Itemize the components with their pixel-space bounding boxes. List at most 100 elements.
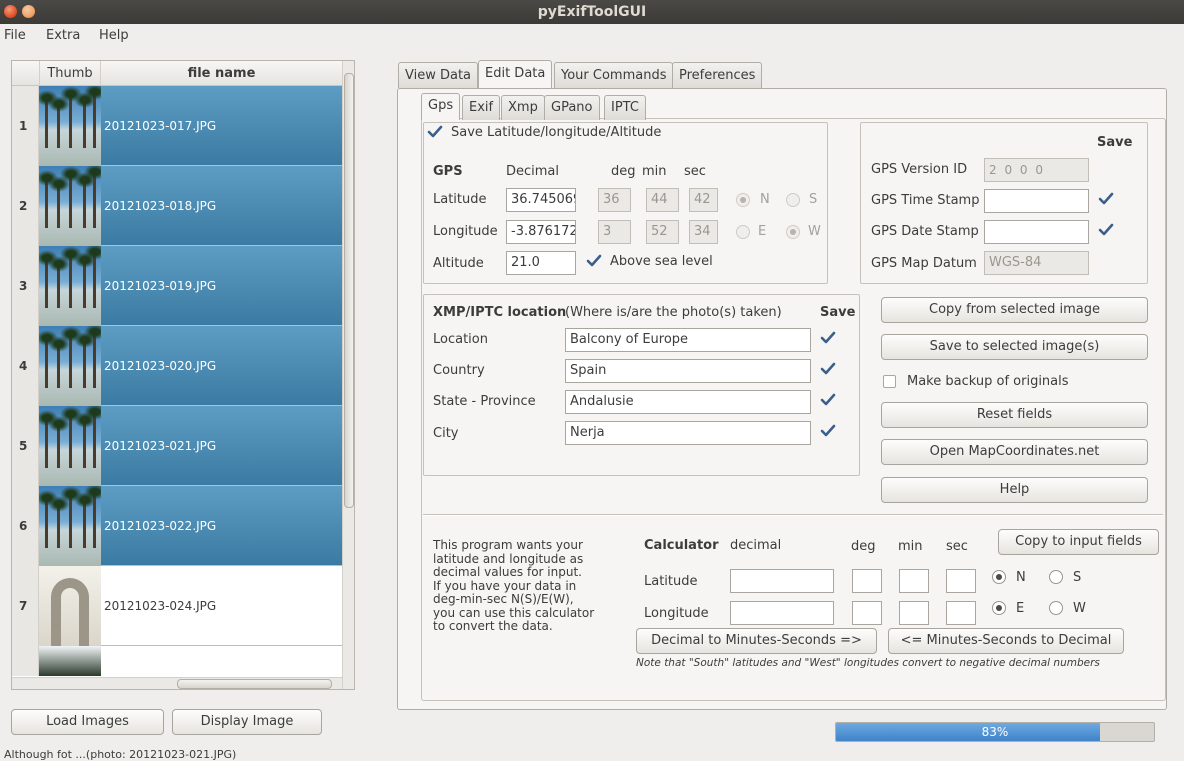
save-to-selected-button[interactable]: Save to selected image(s)	[881, 334, 1148, 360]
save-lat-lon-alt-checkbox[interactable]	[427, 125, 443, 140]
subtab-gpano[interactable]: GPano	[544, 95, 600, 120]
subtab-exif[interactable]: Exif	[462, 95, 501, 120]
table-row[interactable]: 1 20121023-017.JPG	[12, 86, 342, 166]
city-save-checkbox[interactable]	[820, 424, 836, 439]
open-mapcoordinates-button[interactable]: Open MapCoordinates.net	[881, 439, 1148, 465]
calc-latitude-label: Latitude	[644, 574, 698, 589]
table-row[interactable]: 7 20121023-024.JPG	[12, 566, 342, 646]
calc-latitude-deg-input[interactable]	[852, 569, 882, 593]
location-group-title: XMP/IPTC location	[433, 305, 567, 320]
display-image-button[interactable]: Display Image	[172, 709, 322, 735]
calc-min-header: min	[898, 539, 923, 554]
table-row[interactable]: 2 20121023-018.JPG	[12, 166, 342, 246]
country-label: Country	[433, 363, 485, 378]
above-sea-level-checkbox[interactable]	[586, 254, 602, 269]
country-input[interactable]: Spain	[565, 359, 811, 383]
table-row[interactable]: 6 20121023-022.JPG	[12, 486, 342, 566]
vertical-scrollbar[interactable]	[342, 61, 354, 689]
altitude-input[interactable]: 21.0	[506, 251, 576, 275]
altitude-label: Altitude	[433, 256, 484, 271]
menu-help[interactable]: Help	[99, 28, 129, 43]
horizontal-scrollbar[interactable]	[12, 677, 342, 689]
scrollbar-thumb[interactable]	[177, 679, 332, 689]
latitude-south-radio[interactable]	[786, 193, 800, 207]
state-province-save-checkbox[interactable]	[820, 393, 836, 408]
table-row[interactable]: 5 20121023-021.JPG	[12, 406, 342, 486]
calc-longitude-sec-input[interactable]	[946, 601, 976, 625]
gps-datum-input[interactable]: WGS-84	[984, 251, 1089, 275]
longitude-east-radio[interactable]	[736, 225, 750, 239]
reset-fields-button[interactable]: Reset fields	[881, 402, 1148, 428]
latitude-deg-input[interactable]: 36	[598, 188, 631, 212]
calc-latitude-decimal-input[interactable]	[730, 569, 834, 593]
row-index: 5	[12, 406, 39, 486]
close-window-icon[interactable]	[4, 5, 17, 18]
longitude-min-input[interactable]: 52	[646, 220, 679, 244]
row-index: 7	[12, 566, 39, 646]
country-save-checkbox[interactable]	[820, 362, 836, 377]
state-province-label: State - Province	[433, 394, 536, 409]
tab-view-data[interactable]: View Data	[398, 62, 479, 88]
subtab-xmp[interactable]: Xmp	[501, 95, 545, 120]
latitude-north-label: N	[760, 192, 770, 207]
menu-extra[interactable]: Extra	[46, 28, 80, 43]
calc-sec-header: sec	[946, 539, 968, 554]
calc-north-radio[interactable]	[992, 570, 1006, 584]
make-backup-label: Make backup of originals	[907, 374, 1069, 389]
tab-your-commands[interactable]: Your Commands	[554, 62, 674, 88]
copy-from-selected-button[interactable]: Copy from selected image	[881, 297, 1148, 323]
column-thumb[interactable]: Thumb	[39, 61, 101, 86]
gps-date-save-checkbox[interactable]	[1098, 223, 1114, 238]
latitude-north-radio[interactable]	[736, 193, 750, 207]
file-list[interactable]: Thumb file name 1 20121023-017.JPG 2 201210…	[11, 60, 355, 690]
dms-to-decimal-button[interactable]: <= Minutes-Seconds to Decimal	[888, 628, 1124, 654]
scrollbar-thumb[interactable]	[344, 73, 354, 508]
gps-time-input[interactable]	[984, 189, 1089, 213]
calculator-separator	[423, 514, 1163, 516]
longitude-east-label: E	[758, 224, 767, 239]
location-group-subtitle: (Where is/are the photo(s) taken)	[565, 305, 782, 320]
calc-longitude-deg-input[interactable]	[852, 601, 882, 625]
minimize-window-icon[interactable]	[22, 5, 35, 18]
calc-latitude-min-input[interactable]	[899, 569, 929, 593]
calculator-info-line: If you have your data in	[433, 578, 577, 593]
location-input[interactable]: Balcony of Europe	[565, 328, 811, 352]
table-row[interactable]	[12, 646, 342, 676]
calc-longitude-decimal-input[interactable]	[730, 601, 834, 625]
column-file-name[interactable]: file name	[101, 61, 342, 86]
table-row[interactable]: 3 20121023-019.JPG	[12, 246, 342, 326]
calc-east-radio[interactable]	[992, 601, 1006, 615]
menu-file[interactable]: File	[4, 28, 26, 43]
calc-west-radio[interactable]	[1049, 601, 1063, 615]
file-name: 20121023-022.JPG	[104, 519, 217, 533]
longitude-deg-input[interactable]: 3	[598, 220, 631, 244]
longitude-west-radio[interactable]	[786, 225, 800, 239]
longitude-sec-input[interactable]: 34	[689, 220, 718, 244]
gps-date-input[interactable]	[984, 220, 1089, 244]
row-index: 4	[12, 326, 39, 406]
gps-time-save-checkbox[interactable]	[1098, 192, 1114, 207]
latitude-min-input[interactable]: 44	[646, 188, 679, 212]
gps-version-input[interactable]: 2 0 0 0	[984, 158, 1089, 182]
copy-to-input-fields-button[interactable]: Copy to input fields	[998, 529, 1159, 555]
table-row[interactable]: 4 20121023-020.JPG	[12, 326, 342, 406]
latitude-sec-input[interactable]: 42	[689, 188, 718, 212]
decimal-to-dms-button[interactable]: Decimal to Minutes-Seconds =>	[636, 628, 877, 654]
calc-south-radio[interactable]	[1049, 570, 1063, 584]
subtab-gps[interactable]: Gps	[421, 93, 461, 120]
location-save-checkbox[interactable]	[820, 331, 836, 346]
latitude-decimal-input[interactable]: 36.745069	[506, 188, 576, 212]
longitude-decimal-input[interactable]: -3.876172	[506, 220, 576, 244]
city-input[interactable]: Nerja	[565, 421, 811, 445]
state-province-input[interactable]: Andalusie	[565, 390, 811, 414]
menu-bar: File Extra Help	[0, 24, 1184, 48]
help-button[interactable]: Help	[881, 477, 1148, 503]
calc-longitude-min-input[interactable]	[899, 601, 929, 625]
subtab-iptc[interactable]: IPTC	[604, 95, 646, 120]
tab-edit-data[interactable]: Edit Data	[478, 60, 553, 88]
row-index: 3	[12, 246, 39, 326]
calc-latitude-sec-input[interactable]	[946, 569, 976, 593]
tab-preferences[interactable]: Preferences	[672, 62, 763, 88]
make-backup-checkbox[interactable]	[883, 375, 896, 388]
load-images-button[interactable]: Load Images	[11, 709, 164, 735]
